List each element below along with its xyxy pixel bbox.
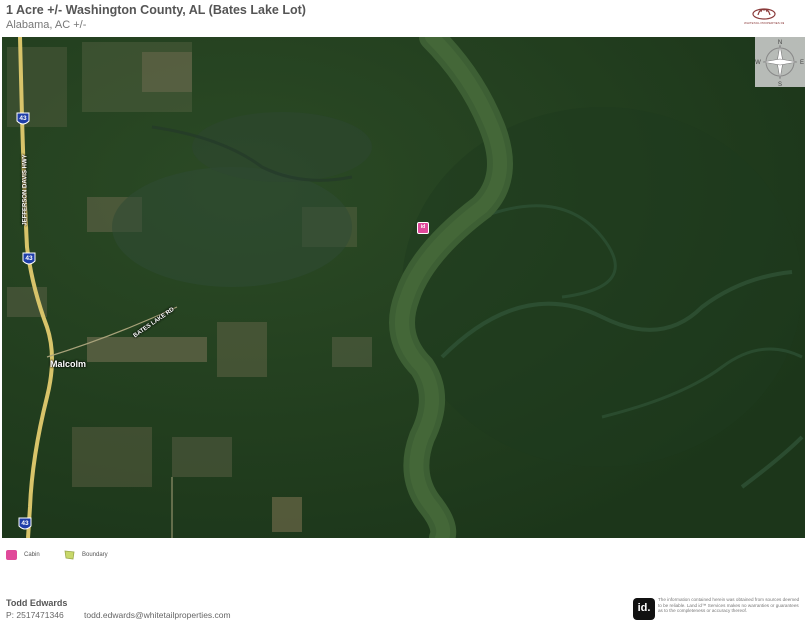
brand-logo-text: WHITETAIL PROPERTIES REAL ESTATE [744, 21, 784, 25]
legend-label: Boundary [82, 552, 108, 558]
agent-email[interactable]: todd.edwards@whitetailproperties.com [84, 610, 231, 620]
disclaimer-text: The information contained herein was obt… [658, 597, 800, 614]
svg-text:E: E [800, 60, 804, 66]
agent-phone: P: 2517471346 [6, 610, 64, 620]
page-title: 1 Acre +/- Washington County, AL (Bates … [6, 3, 306, 17]
route-43-shield: 43 [16, 112, 30, 127]
brand-logo: WHITETAIL PROPERTIES REAL ESTATE [744, 6, 784, 28]
svg-text:S: S [778, 82, 782, 87]
label-malcolm: Malcolm [50, 359, 87, 369]
route-43-shield: 43 [22, 252, 36, 267]
agent-name: Todd Edwards [6, 598, 68, 608]
svg-text:N: N [778, 40, 782, 46]
cabin-marker[interactable]: id [417, 222, 429, 234]
antler-logo-icon [752, 8, 776, 20]
svg-text:W: W [755, 60, 761, 66]
map-terrain [2, 37, 805, 538]
satellite-map[interactable]: JEFFERSON DAVIS HWY BATES LAKE RD Malcol… [2, 37, 805, 538]
page-subtitle: Alabama, AC +/- [6, 19, 87, 31]
legend-label: Cabin [24, 552, 40, 558]
boundary-icon [64, 550, 75, 560]
land-id-logo: id. [633, 598, 655, 620]
cabin-icon [6, 550, 17, 560]
route-43-shield: 43 [18, 517, 32, 532]
compass-rose-icon: N S E W [755, 37, 805, 87]
label-jefferson-davis-hwy: JEFFERSON DAVIS HWY [22, 154, 29, 226]
